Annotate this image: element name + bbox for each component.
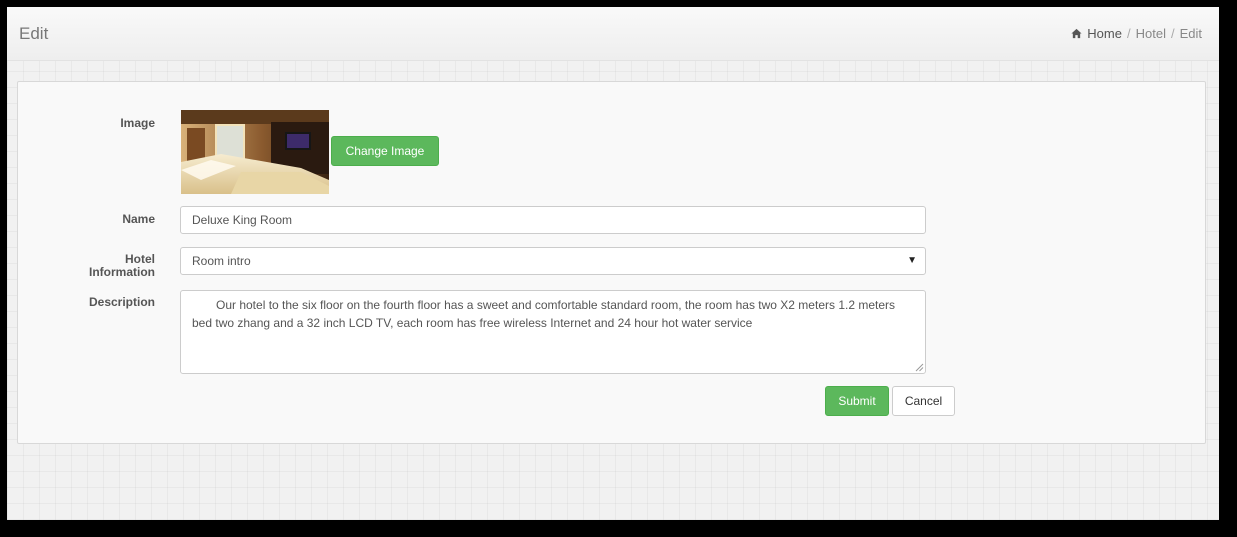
page-title: Edit bbox=[19, 24, 49, 43]
caret-down-icon: ▼ bbox=[907, 255, 917, 266]
cancel-button[interactable]: Cancel bbox=[892, 386, 955, 416]
description-text: Our hotel to the six floor on the fourth… bbox=[192, 298, 896, 330]
room-image-thumbnail bbox=[181, 110, 329, 194]
name-label: Name bbox=[122, 212, 155, 226]
breadcrumb-hotel-link[interactable]: Hotel bbox=[1136, 26, 1166, 41]
app-window: Edit Home / Hotel / Edit Image Change Im… bbox=[7, 7, 1219, 520]
hotel-information-selected-value: Room intro bbox=[192, 254, 251, 268]
breadcrumb-current: Edit bbox=[1179, 26, 1202, 41]
name-input-value: Deluxe King Room bbox=[192, 213, 293, 227]
breadcrumb: Home / Hotel / Edit bbox=[1071, 26, 1202, 41]
breadcrumb-home-link[interactable]: Home bbox=[1087, 26, 1122, 41]
breadcrumb-separator: / bbox=[1170, 26, 1175, 41]
edit-form-panel: Image Change Image Name Deluxe King Room… bbox=[17, 81, 1206, 444]
breadcrumb-separator: / bbox=[1126, 26, 1131, 41]
name-input[interactable]: Deluxe King Room bbox=[180, 206, 926, 234]
description-label: Description bbox=[88, 295, 155, 309]
resize-handle-icon[interactable] bbox=[915, 363, 924, 372]
page-header: Edit Home / Hotel / Edit bbox=[7, 7, 1219, 61]
hotel-information-label-line2: Information bbox=[89, 265, 155, 279]
submit-button[interactable]: Submit bbox=[825, 386, 889, 416]
home-icon bbox=[1071, 28, 1082, 39]
change-image-button[interactable]: Change Image bbox=[331, 136, 439, 166]
room-photo-image bbox=[181, 110, 329, 194]
hotel-information-label: Hotel Information bbox=[65, 253, 155, 279]
hotel-information-select[interactable]: Room intro ▼ bbox=[180, 247, 926, 275]
description-textarea[interactable]: Our hotel to the six floor on the fourth… bbox=[180, 290, 926, 374]
image-label: Image bbox=[120, 116, 155, 130]
